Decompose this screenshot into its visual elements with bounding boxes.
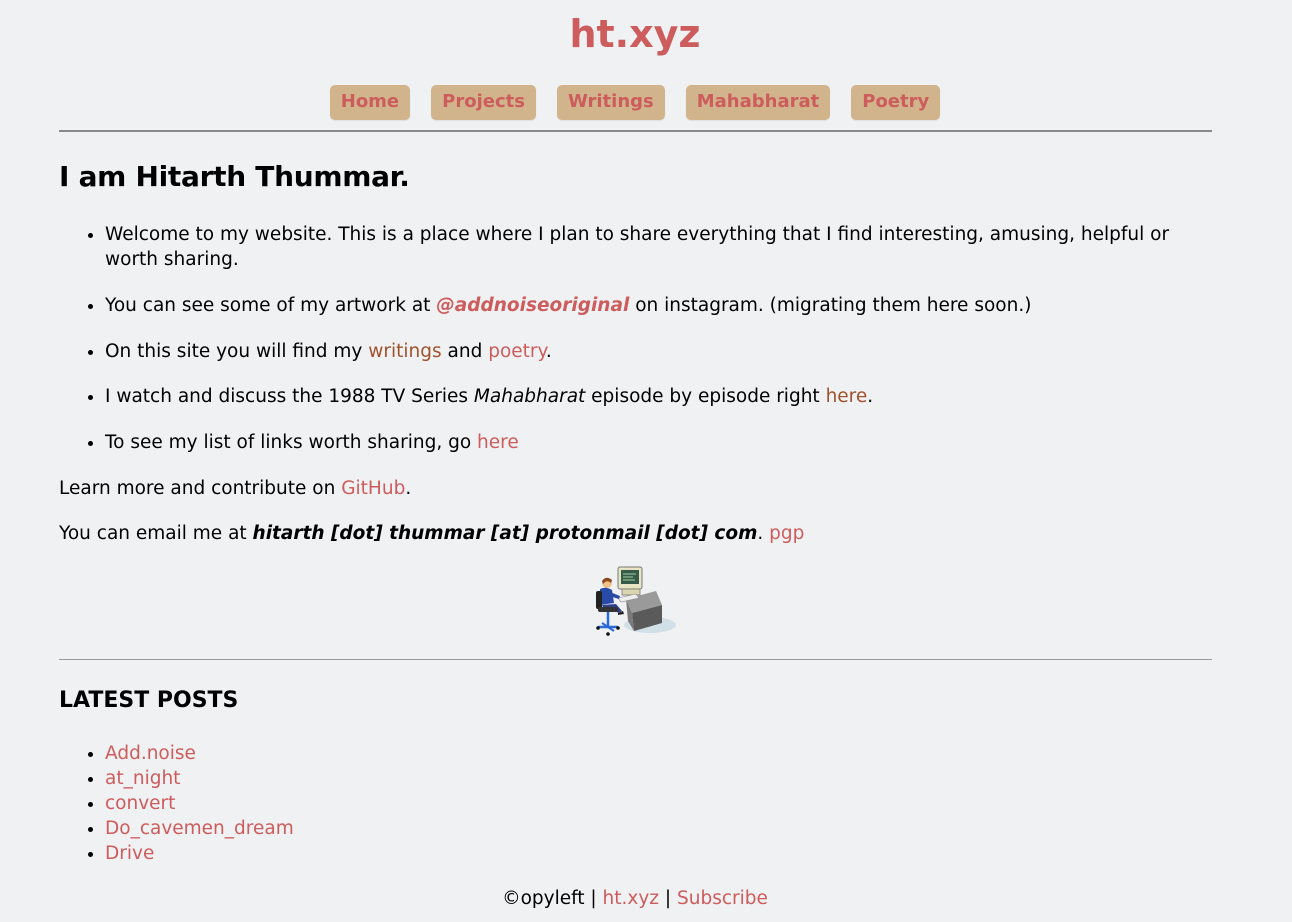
mahabharat-text-post: . <box>867 386 874 407</box>
mahabharat-text-pre: I watch and discuss the 1988 TV Series <box>105 386 474 407</box>
post-item: at_night <box>105 766 294 791</box>
site-text-post: . <box>545 340 552 362</box>
site-text-mid: and <box>441 340 489 362</box>
post-link-convert[interactable]: convert <box>105 793 175 814</box>
post-link-do-cavemen-dream[interactable]: Do_cavemen_dream <box>105 818 294 839</box>
main-nav: Home Projects Writings Mahabharat Poetry <box>0 85 1270 120</box>
nav-projects[interactable]: Projects <box>431 85 536 120</box>
intro-item-mahabharat: I watch and discuss the 1988 TV Series M… <box>105 384 1225 409</box>
post-item: convert <box>105 791 294 816</box>
person-at-computer-icon <box>596 566 676 636</box>
latest-posts-list: Add.noise at_night convert Do_cavemen_dr… <box>59 741 294 866</box>
artwork-text-post: on instagram. (migrating them here soon.… <box>629 295 1032 316</box>
mahabharat-here-link[interactable]: here <box>826 386 868 407</box>
post-link-at-night[interactable]: at_night <box>105 768 180 789</box>
post-link-add-noise[interactable]: Add.noise <box>105 743 196 764</box>
links-here-link[interactable]: here <box>477 432 519 453</box>
intro-item-site: On this site you will find my writings a… <box>105 339 1225 364</box>
post-item: Add.noise <box>105 741 294 766</box>
links-text-pre: To see my list of links worth sharing, g… <box>105 431 478 453</box>
welcome-text: Welcome to my website. This is a place w… <box>105 224 1170 270</box>
footer-subscribe-link[interactable]: Subscribe <box>677 888 768 909</box>
nav-writings[interactable]: Writings <box>556 85 665 120</box>
poetry-link[interactable]: poetry <box>488 341 546 362</box>
post-item: Drive <box>105 841 294 866</box>
footer: ©opyleft | ht.xyz | Subscribe <box>0 886 1270 911</box>
email-text-pre: You can email me at <box>59 523 253 544</box>
github-paragraph: Learn more and contribute on GitHub. <box>59 476 411 501</box>
footer-separator: | <box>659 888 678 909</box>
email-paragraph: You can email me at hitarth [dot] thumma… <box>59 521 804 546</box>
github-text-post: . <box>405 478 412 499</box>
footer-site-link[interactable]: ht.xyz <box>603 888 659 909</box>
site-text-pre: On this site you will find my <box>105 340 369 362</box>
page: ht.xyz Home Projects Writings Mahabharat… <box>0 0 1292 922</box>
nav-home[interactable]: Home <box>329 85 411 120</box>
footer-copyleft: ©opyleft <box>502 888 585 909</box>
intro-item-links: To see my list of links worth sharing, g… <box>105 430 1225 455</box>
header-divider <box>59 130 1212 132</box>
mahabharat-title: Mahabharat <box>473 386 586 407</box>
intro-item-artwork: You can see some of my artwork at @addno… <box>105 293 1225 318</box>
page-heading: I am Hitarth Thummar. <box>59 160 410 193</box>
email-address: hitarth [dot] thummar [at] protonmail [d… <box>252 523 758 544</box>
post-item: Do_cavemen_dream <box>105 816 294 841</box>
github-link[interactable]: GitHub <box>341 478 405 499</box>
writings-link[interactable]: writings <box>368 341 441 362</box>
nav-poetry[interactable]: Poetry <box>851 85 941 120</box>
artwork-text-pre: You can see some of my artwork at <box>105 295 437 316</box>
mahabharat-text-mid: episode by episode right <box>585 386 826 407</box>
latest-posts-heading: LATEST POSTS <box>59 688 239 713</box>
instagram-link[interactable]: @addnoiseoriginal <box>436 295 629 316</box>
intro-list: Welcome to my website. This is a place w… <box>59 222 1225 475</box>
post-link-drive[interactable]: Drive <box>105 843 154 864</box>
section-divider <box>59 659 1212 660</box>
footer-separator: | <box>584 888 603 909</box>
site-title[interactable]: ht.xyz <box>0 12 1270 56</box>
github-text-pre: Learn more and contribute on <box>59 478 342 499</box>
email-text-post: . <box>757 523 770 544</box>
pgp-link[interactable]: pgp <box>769 523 804 544</box>
intro-item-welcome: Welcome to my website. This is a place w… <box>105 222 1225 272</box>
nav-mahabharat[interactable]: Mahabharat <box>685 85 831 120</box>
